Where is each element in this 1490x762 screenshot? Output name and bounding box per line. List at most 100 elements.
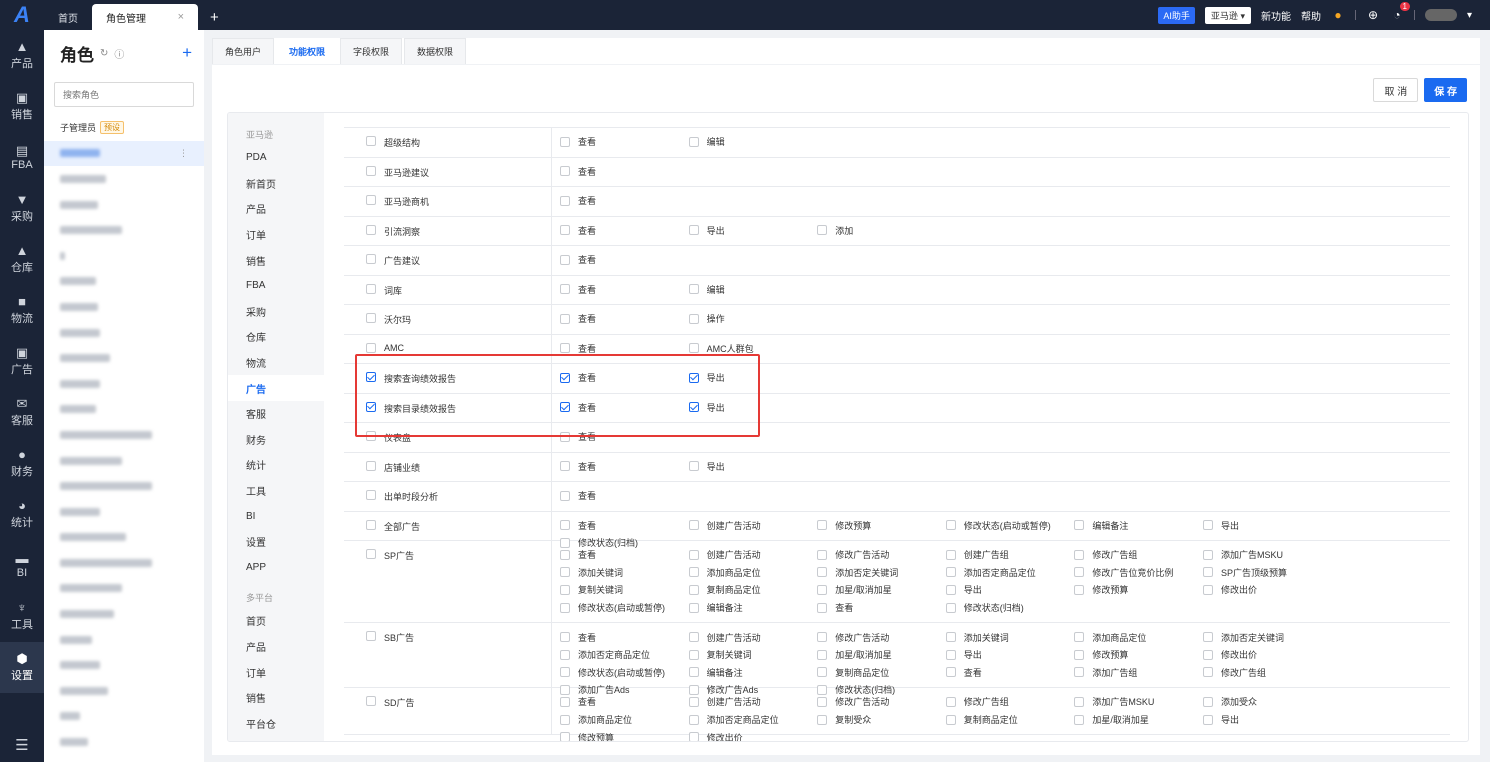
chevron-down-icon[interactable]: ▾ [1467,10,1472,21]
permission-checkbox[interactable] [688,284,699,295]
permission-option[interactable]: 查看 [560,369,689,387]
module-checkbox[interactable] [366,136,376,146]
permission-checkbox[interactable] [560,490,570,501]
permission-option[interactable]: 导出 [688,369,818,387]
permission-option[interactable]: 修改广告组 [1074,546,1203,564]
list-item[interactable] [44,371,204,397]
module-checkbox[interactable] [366,283,376,294]
permission-checkbox[interactable] [560,461,570,472]
permission-checkbox[interactable] [1202,714,1213,725]
permission-option[interactable]: 修改广告组 [1202,664,1332,682]
tab-function-permissions[interactable]: 功能权限 [276,38,339,64]
permission-checkbox[interactable] [817,520,828,531]
tab-role-management[interactable]: 角色管理 × [92,4,198,30]
close-icon[interactable]: × [178,11,184,23]
nav-item-sales[interactable]: ▣ 销售 [0,81,44,132]
permission-option[interactable]: 添加商品定位 [688,564,818,582]
permission-option[interactable]: 添加否定商品定位 [560,646,689,664]
nav-item-fba[interactable]: ▤ FBA [0,132,44,183]
permission-option[interactable]: 修改广告活动 [817,546,946,564]
permission-checkbox[interactable] [688,313,699,324]
permission-option[interactable]: 查看 [560,399,689,417]
save-button[interactable]: 保 存 [1424,78,1467,102]
permission-checkbox[interactable] [688,372,699,383]
permission-option[interactable]: 查看 [560,340,689,358]
refresh-icon[interactable]: ↻ [100,48,108,59]
category-item[interactable]: 销售 [228,685,324,711]
module-checkbox[interactable] [366,224,376,235]
permission-option[interactable]: 查看 [560,628,689,646]
permission-checkbox[interactable] [817,696,828,707]
permission-option[interactable]: 修改出价 [688,728,818,741]
list-item[interactable] [44,627,204,653]
permission-option[interactable]: 添加关键词 [945,628,1075,646]
permission-option[interactable]: AMC人群包 [688,340,818,358]
permission-checkbox[interactable] [688,549,699,560]
list-item[interactable] [44,576,204,602]
module-checkbox[interactable] [366,342,376,353]
permission-option[interactable]: 修改出价 [1202,646,1332,664]
permission-checkbox[interactable] [688,461,699,472]
permission-option[interactable]: 复制商品定位 [817,664,946,682]
list-item[interactable] [44,704,204,730]
permission-option[interactable]: 编辑备注 [1074,517,1203,535]
list-item[interactable] [44,678,204,704]
menu-collapse-icon[interactable]: ☰ [0,736,44,754]
permission-checkbox[interactable] [1202,567,1213,578]
permission-option[interactable]: 导出 [688,222,818,240]
module-checkbox[interactable] [366,431,376,441]
permission-checkbox[interactable] [1074,567,1085,578]
permission-option[interactable]: 修改状态(归档) [945,599,1075,617]
category-item[interactable]: 产品 [228,196,324,222]
permission-option[interactable]: 修改预算 [817,517,946,535]
permission-option[interactable]: 添加商品定位 [560,711,689,729]
nav-item-settings[interactable]: ⬢ 设置 [0,642,44,693]
permission-checkbox[interactable] [560,254,570,265]
category-item[interactable]: 销售 [228,247,324,273]
list-item[interactable] [44,550,204,576]
category-item[interactable]: 采购 [228,299,324,325]
nav-item-bi[interactable]: ▬ BI [0,540,44,591]
permission-checkbox[interactable] [560,567,570,578]
permission-checkbox[interactable] [560,372,570,383]
category-item[interactable]: 首页 [228,608,324,634]
permission-checkbox[interactable] [817,225,828,236]
list-item[interactable] [44,294,204,320]
permission-checkbox[interactable] [560,732,570,741]
permission-option[interactable]: 查看 [560,428,689,446]
permission-option[interactable]: 创建广告活动 [688,546,818,564]
download-icon[interactable]: ⊕ [1366,8,1380,22]
permission-checkbox[interactable] [817,602,828,613]
permission-option[interactable]: 添加广告MSKU [1202,546,1332,564]
permission-option[interactable]: 导出 [688,458,818,476]
nav-item-service[interactable]: ✉ 客服 [0,387,44,438]
permission-checkbox[interactable] [1074,667,1085,678]
nav-item-logistics[interactable]: ■ 物流 [0,285,44,336]
permission-option[interactable]: 添加否定关键词 [817,564,946,582]
permission-checkbox[interactable] [817,667,828,678]
permission-option[interactable]: 查看 [560,163,689,181]
permission-option[interactable]: 查看 [560,517,689,535]
permission-checkbox[interactable] [1202,632,1213,643]
permission-option[interactable]: 添加 [817,222,946,240]
category-item[interactable]: 设置 [228,529,324,555]
list-item[interactable] [44,166,204,192]
category-item[interactable]: 工具 [228,478,324,504]
new-features-link[interactable]: 新功能 [1261,8,1291,23]
permission-option[interactable]: 修改预算 [1074,581,1203,599]
permission-option[interactable]: 创建广告活动 [688,693,818,711]
list-item[interactable] [44,217,204,243]
permission-option[interactable]: 查看 [560,693,689,711]
permission-checkbox[interactable] [560,402,570,413]
bell-icon[interactable]: ◔ 1 [1390,2,1410,22]
list-item[interactable] [44,397,204,423]
permission-option[interactable]: 加星/取消加星 [1074,711,1203,729]
permission-checkbox[interactable] [1074,584,1085,595]
module-checkbox[interactable] [366,165,376,176]
category-item[interactable]: 产品 [228,634,324,660]
permission-checkbox[interactable] [688,402,699,413]
permission-option[interactable]: 查看 [560,251,689,269]
permission-option[interactable]: 修改广告活动 [817,693,946,711]
module-checkbox[interactable] [366,401,376,412]
list-item[interactable] [44,601,204,627]
